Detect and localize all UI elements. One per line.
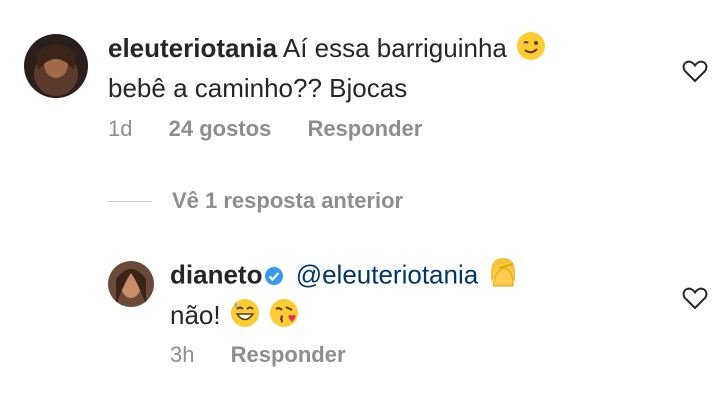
heart-icon[interactable] [682,59,708,83]
woman-facepalming-emoji [487,256,519,297]
grinning-sweat-emoji [230,298,260,337]
reply-text: dianeto @eleuteriotania não! [170,256,650,337]
comment-text: eleuteriotania Aí essa barriguinha bebê … [108,30,628,106]
reply-username[interactable]: dianeto [170,259,262,289]
wink-emoji [516,31,546,70]
comment-text-line2: bebê a caminho?? Bjocas [108,72,408,103]
reply-button[interactable]: Responder [231,342,346,367]
comment-time: 1d [108,116,133,141]
reply-time: 3h [170,342,195,367]
divider [108,201,152,202]
verified-badge-icon [264,259,284,295]
avatar[interactable] [108,261,154,307]
face-blowing-kiss-emoji [269,298,299,337]
likes-count[interactable]: 24 gostos [169,116,272,141]
reply-meta: 3h Responder [170,342,376,368]
avatar[interactable] [24,34,88,98]
reply-button[interactable]: Responder [307,116,422,141]
reply-text-body: não! [170,300,221,330]
comment-username[interactable]: eleuteriotania [108,33,277,63]
comment-meta: 1d 24 gostos Responder [108,116,452,142]
comment-text-line1: Aí essa barriguinha [282,33,507,63]
mention-link[interactable]: @eleuteriotania [296,259,479,289]
heart-icon[interactable] [682,286,708,310]
view-replies-button[interactable]: Vê 1 resposta anterior [172,188,403,214]
